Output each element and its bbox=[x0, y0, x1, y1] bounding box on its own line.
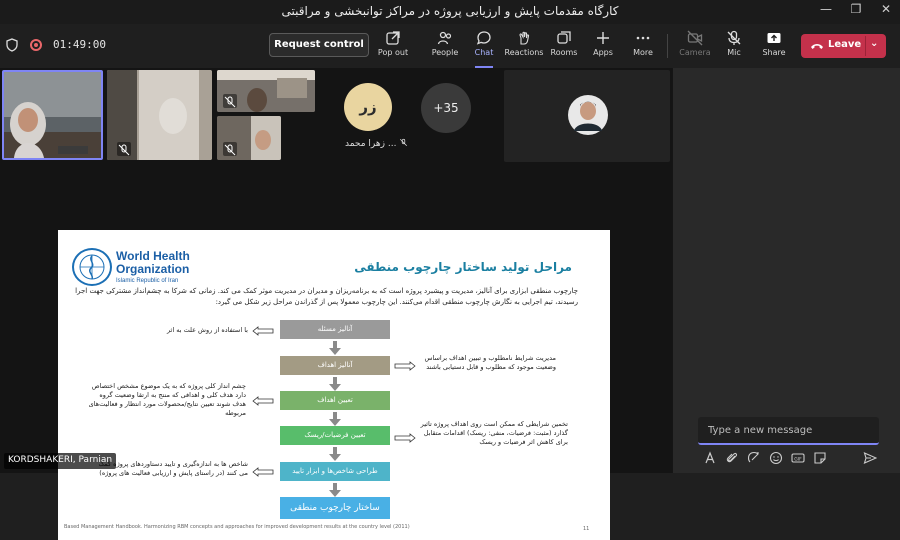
more-label: More bbox=[633, 48, 653, 57]
reactions-icon bbox=[519, 31, 530, 45]
arrow-right-icon bbox=[394, 433, 416, 443]
close-button[interactable]: ✕ bbox=[872, 2, 900, 20]
who-logo-icon bbox=[72, 248, 112, 286]
mic-off-icon bbox=[727, 30, 741, 45]
meeting-timer: 01:49:00 bbox=[53, 38, 106, 51]
window-title: کارگاه مقدمات پایش و ارزیابی پروژه در مر… bbox=[281, 4, 619, 18]
loop-icon[interactable] bbox=[747, 451, 761, 465]
participant-video-tile[interactable] bbox=[217, 70, 315, 112]
chevron-down-icon[interactable]: ⌄ bbox=[870, 38, 878, 49]
arrow-left-icon bbox=[252, 326, 274, 336]
step-box: ساختار چارچوب منطقی bbox=[280, 497, 390, 519]
arrow-down-icon bbox=[329, 483, 341, 497]
camera-off-icon bbox=[687, 30, 703, 46]
participant-name-label: زهرا محمد ... bbox=[345, 139, 397, 149]
arrow-down-icon bbox=[329, 341, 341, 355]
note-assumptions: تخمین شرایطی که ممکن است روی اهداف پروژه… bbox=[420, 420, 568, 446]
note-problem: با استفاده از روش علت به اثر bbox=[166, 326, 248, 334]
step-box: تعیین اهداف bbox=[280, 391, 390, 410]
request-control-button[interactable]: Request control bbox=[269, 33, 369, 57]
step-box: تعیین فرضیات/ریسک bbox=[280, 426, 390, 445]
more-participants-button[interactable]: +35 bbox=[421, 83, 471, 133]
pop-out-label: Pop out bbox=[377, 48, 409, 57]
presenter-name-tag: KORDSHAKERI, Parnian bbox=[4, 453, 117, 469]
sticker-icon[interactable] bbox=[813, 451, 827, 465]
title-bar: کارگاه مقدمات پایش و ارزیابی پروژه در مر… bbox=[0, 0, 900, 24]
slide-page-number: 11 bbox=[583, 526, 590, 532]
leave-separator bbox=[865, 36, 866, 56]
who-name-line2: Organization bbox=[116, 262, 190, 276]
message-box[interactable] bbox=[698, 417, 879, 445]
avatar[interactable]: زر bbox=[344, 83, 392, 131]
participant-video-tile[interactable] bbox=[107, 70, 212, 160]
recording-icon bbox=[30, 39, 42, 51]
note-indicators: شاخص ها به اندازه‌گیری و تایید دستاوردها… bbox=[98, 460, 248, 477]
participant-video-tile[interactable] bbox=[217, 116, 281, 160]
slide-title: مراحل تولید ساختار چارچوب منطقی bbox=[354, 260, 572, 274]
step-box: آنالیز مسئله bbox=[280, 320, 390, 339]
share-button[interactable]: Share bbox=[751, 28, 797, 64]
share-label: Share bbox=[762, 48, 786, 57]
pop-out-icon bbox=[386, 31, 400, 45]
svg-text:GIF: GIF bbox=[794, 456, 802, 462]
meeting-stage: زر زهرا محمد ... +35 World Health Organi… bbox=[0, 68, 672, 540]
phone-hangup-icon bbox=[811, 44, 823, 49]
minimize-button[interactable]: — bbox=[812, 2, 840, 20]
attach-icon[interactable] bbox=[725, 451, 739, 465]
meeting-toolbar: 01:49:00 Request control Pop out People … bbox=[0, 24, 900, 68]
participant-tile[interactable] bbox=[504, 70, 670, 162]
emoji-icon[interactable] bbox=[769, 451, 783, 465]
slide-footnote: Based Management Handbook. Harmonizing R… bbox=[64, 524, 410, 530]
mic-off-icon bbox=[400, 138, 408, 146]
slide-paragraph: چارچوب منطقی ابزاری برای آنالیز، مدیریت … bbox=[75, 287, 578, 306]
message-input[interactable] bbox=[698, 417, 879, 443]
mic-off-icon bbox=[223, 142, 237, 156]
shield-icon bbox=[6, 38, 18, 52]
send-icon[interactable] bbox=[863, 451, 877, 465]
shared-slide: World Health Organization Islamic Republ… bbox=[58, 230, 610, 540]
participant-video bbox=[4, 72, 101, 158]
toolbar-divider bbox=[667, 34, 668, 58]
pop-out-button[interactable]: Pop out bbox=[370, 28, 416, 64]
restore-button[interactable]: ❐ bbox=[842, 2, 870, 20]
arrow-left-icon bbox=[252, 467, 274, 477]
apps-icon bbox=[597, 32, 609, 44]
people-icon bbox=[437, 31, 452, 45]
avatar bbox=[568, 95, 608, 135]
mic-off-icon bbox=[223, 94, 237, 108]
who-region: Islamic Republic of Iran bbox=[116, 278, 179, 284]
arrow-down-icon bbox=[329, 412, 341, 426]
arrow-right-icon bbox=[394, 361, 416, 371]
step-box: طراحی شاخص‌ها و ابزار تایید bbox=[280, 462, 390, 481]
more-button[interactable]: More bbox=[620, 28, 666, 64]
leave-label: Leave bbox=[828, 39, 862, 50]
step-box: آنالیز اهداف bbox=[280, 356, 390, 375]
participant-name: زهرا محمد ... bbox=[345, 138, 408, 149]
leave-button[interactable]: Leave ⌄ bbox=[801, 34, 886, 58]
who-name: World Health Organization bbox=[116, 250, 190, 276]
chat-icon bbox=[476, 31, 491, 45]
arrow-down-icon bbox=[329, 377, 341, 391]
note-goals: چشم انداز کلی پروژه که به یک موضوع مشخص … bbox=[88, 382, 246, 417]
more-icon bbox=[636, 36, 650, 40]
participant-video-tile[interactable] bbox=[2, 70, 103, 160]
mic-off-icon bbox=[117, 142, 131, 156]
format-icon[interactable] bbox=[703, 451, 717, 465]
arrow-left-icon bbox=[252, 396, 274, 406]
share-icon bbox=[767, 33, 781, 43]
chat-pane: GIF bbox=[672, 68, 900, 473]
gif-icon[interactable]: GIF bbox=[791, 451, 805, 465]
note-objectives: مدیریت شرایط نامطلوب و تبیین اهداف براسا… bbox=[424, 354, 556, 371]
arrow-down-icon bbox=[329, 447, 341, 461]
rooms-icon bbox=[557, 31, 571, 44]
